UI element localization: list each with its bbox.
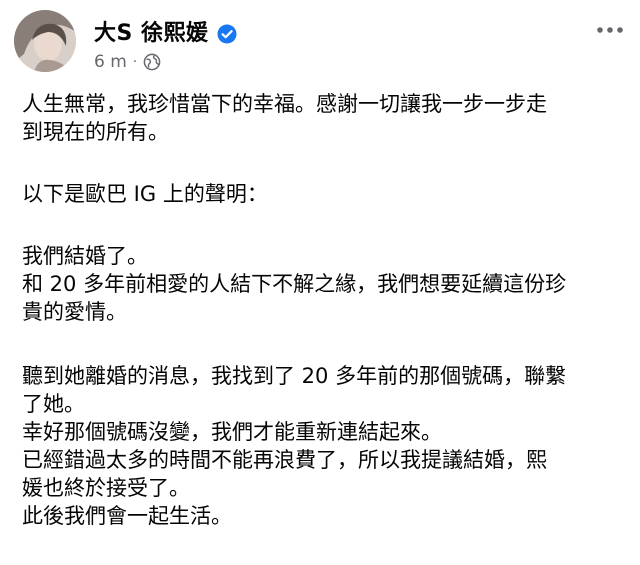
post-line: 媛也終於接受了。 bbox=[22, 476, 190, 500]
post-line: 人生無常，我珍惜當下的幸福。感謝一切讓我一步一步走 bbox=[22, 92, 547, 116]
post-line: 聽到她離婚的消息，我找到了 20 多年前的那個號碼，聯繫 bbox=[22, 364, 567, 388]
post-line: 我們結婚了。 bbox=[22, 244, 148, 268]
more-options-icon[interactable] bbox=[594, 18, 626, 42]
post-line: 到現在的所有。 bbox=[22, 120, 169, 144]
post-body: 人生無常，我珍惜當下的幸福。感謝一切讓我一步一步走 到現在的所有。 以下是歐巴 … bbox=[22, 90, 622, 530]
globe-icon[interactable] bbox=[143, 53, 161, 71]
post-timestamp[interactable]: 6 m bbox=[94, 52, 127, 72]
post-header: 大S 徐熙媛 6 m · bbox=[14, 8, 626, 74]
post-meta: 6 m · bbox=[94, 52, 161, 72]
avatar[interactable] bbox=[14, 10, 76, 72]
post-line: 貴的愛情。 bbox=[22, 300, 127, 324]
meta-separator: · bbox=[132, 54, 138, 70]
verified-badge-icon bbox=[217, 24, 237, 44]
post-line: 和 20 多年前相愛的人結下不解之緣，我們想要延續這份珍 bbox=[22, 272, 567, 296]
author-name[interactable]: 大S 徐熙媛 bbox=[94, 20, 209, 48]
post-line: 以下是歐巴 IG 上的聲明： bbox=[22, 182, 268, 206]
post-line: 幸好那個號碼沒變，我們才能重新連結起來。 bbox=[22, 420, 442, 444]
post-line: 了她。 bbox=[22, 392, 85, 416]
facebook-post: 大S 徐熙媛 6 m · 人生無常，我珍惜當下的幸福。感謝一切讓我一步一步走 到… bbox=[0, 0, 640, 565]
post-line: 已經錯過太多的時間不能再浪費了，所以我提議結婚，熙 bbox=[22, 448, 547, 472]
author-row: 大S 徐熙媛 bbox=[94, 20, 237, 48]
post-line: 此後我們會一起生活。 bbox=[22, 504, 232, 528]
